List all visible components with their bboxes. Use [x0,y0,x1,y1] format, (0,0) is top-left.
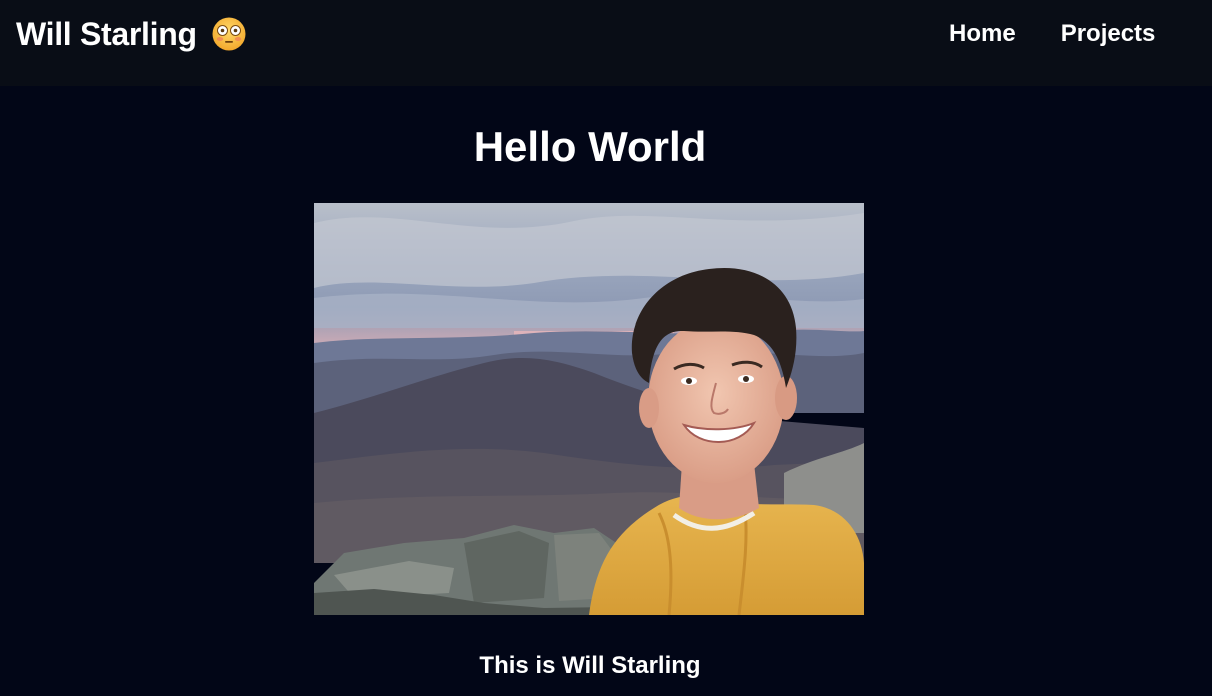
brand-name: Will Starling [16,16,197,52]
nav-link-home[interactable]: Home [949,20,1016,48]
caption: This is Will Starling [479,652,701,679]
flushed-face-emoji-icon [212,17,246,51]
nav-links: Home Projects [949,20,1155,48]
profile-photo [314,203,864,615]
page-heading: Hello World [473,123,707,170]
brand-link[interactable]: Will Starling [16,14,246,54]
navbar: Will Starling Home Projects [0,0,1212,86]
nav-link-projects[interactable]: Projects [1061,20,1156,48]
